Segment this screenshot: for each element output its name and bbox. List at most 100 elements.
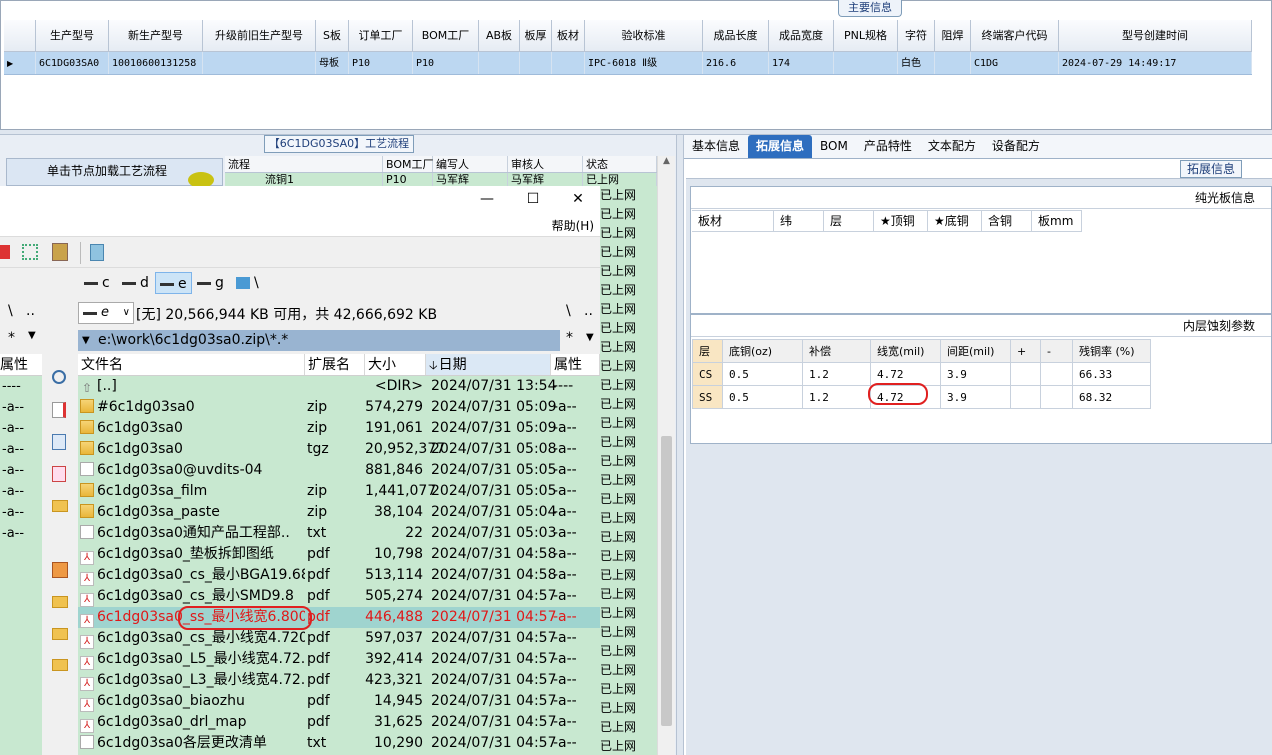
right-up-button[interactable]: .. — [584, 303, 593, 319]
main-col-header[interactable]: 升级前旧生产型号 — [203, 20, 316, 52]
file-row[interactable]: ⅄ 6c1dg03sa0_ss_最小线宽6.800 pdf 446,488 2024/0… — [78, 607, 600, 628]
main-col-header[interactable]: 终端客户代码 — [971, 20, 1059, 52]
right-root-button[interactable]: \ — [566, 303, 571, 319]
toolbar-delete-icon[interactable] — [0, 245, 10, 259]
main-col-header[interactable]: AB板 — [479, 20, 520, 52]
main-info-row[interactable]: ▶ 6C1DG03SA0 10010600131258 母板 P10 P10 IPC-601… — [4, 52, 1252, 75]
file-row[interactable]: 6c1dg03sa0各层更改清单 txt 10,290 2024/07/31 04:5… — [78, 733, 600, 754]
view-file-icon[interactable] — [52, 402, 66, 418]
process-col-header[interactable]: BOM工厂 — [383, 156, 434, 172]
process-col-header[interactable]: 编写人 — [433, 156, 508, 172]
file-row[interactable]: 6c1dg03sa0 tgz 20,952,377 2024/07/31 05:08-… — [78, 439, 600, 460]
left-root-button[interactable]: \ — [8, 303, 13, 319]
current-path-bar[interactable]: ▼ e:\work\6c1dg03sa0.zip\*.* — [78, 330, 560, 351]
main-col-header[interactable]: 型号创建时间 — [1059, 20, 1252, 52]
file-row[interactable]: ⅄ 6c1dg03sa0_cs_最小SMD9.8 pdf 505,274 2024/07… — [78, 586, 600, 607]
process-row[interactable]: 流铜1 P10 马军辉 马军辉 已上网 — [225, 173, 657, 187]
left-filter[interactable]: * — [8, 330, 15, 346]
bare-board-title: 纯光板信息 — [691, 187, 1271, 209]
search-icon[interactable] — [52, 370, 66, 384]
main-col-header[interactable]: 验收标准 — [585, 20, 703, 52]
new-folder-icon[interactable] — [52, 596, 68, 608]
file-row[interactable]: ⅄ 6c1dg03sa0_L5_最小线宽4.72.. pdf 392,414 2024/… — [78, 649, 600, 670]
file-col-header-4[interactable]: 属性 — [551, 354, 600, 375]
folder-icon[interactable] — [52, 500, 68, 512]
main-col-header[interactable]: 板厚 — [520, 20, 552, 52]
splitter-vertical[interactable] — [676, 135, 684, 755]
txt-file-icon — [80, 462, 94, 476]
main-col-header[interactable]: 成品长度 — [703, 20, 769, 52]
maximize-button[interactable]: ☐ — [510, 186, 556, 214]
file-row[interactable]: ⅄ 6c1dg03sa0_L3_最小线宽4.72.. pdf 423,321 2024/… — [78, 670, 600, 691]
main-col-header[interactable]: 订单工厂 — [349, 20, 413, 52]
file-row[interactable]: ⇧ [..] <DIR> 2024/07/31 13:54 ---- — [78, 376, 600, 397]
left-up-button[interactable]: .. — [26, 303, 35, 319]
file-row[interactable]: ⅄ 6c1dg03sa0_垫板拆卸图纸 pdf 10,798 2024/07/31 04… — [78, 544, 600, 565]
tab-1[interactable]: 拓展信息 — [748, 135, 813, 158]
copy-icon[interactable] — [52, 434, 66, 450]
process-scrollbar[interactable]: ▲ — [657, 156, 675, 755]
right-filter[interactable]: * — [566, 330, 573, 346]
tab-4[interactable]: 文本配方 — [920, 135, 984, 158]
chevron-down-icon[interactable]: ▼ — [586, 332, 594, 343]
scroll-thumb[interactable] — [661, 436, 672, 726]
file-col-header-3[interactable]: 🡣日期 — [426, 354, 551, 375]
main-col-header[interactable]: 生产型号 — [36, 20, 109, 52]
toolbar-pack-icon[interactable] — [52, 243, 68, 261]
file-row[interactable]: ⅄ 6c1dg03sa0_cs_最小线宽4.720 pdf 597,037 2024/0… — [78, 628, 600, 649]
main-cell: 174 — [769, 52, 834, 74]
file-col-header-1[interactable]: 扩展名 — [305, 354, 365, 375]
drive-button-0[interactable]: c — [80, 272, 114, 294]
toolbar-tree-icon[interactable] — [22, 244, 38, 260]
main-col-header[interactable]: S板 — [316, 20, 349, 52]
file-size: 423,321 — [365, 672, 423, 688]
file-row[interactable]: 6c1dg03sa0 zip 191,061 2024/07/31 05:09 -a-- — [78, 418, 600, 439]
minimize-button[interactable]: — — [464, 186, 510, 214]
inner-row[interactable]: CS 0.5 1.2 4.72 3.9 66.33 — [692, 362, 1151, 386]
drive-button-2[interactable]: e — [155, 272, 192, 294]
process-col-header[interactable]: 审核人 — [508, 156, 583, 172]
file-row[interactable]: 6c1dg03sa0@uvdits-04 881,846 2024/07/31 05… — [78, 460, 600, 481]
main-col-header[interactable]: 成品宽度 — [769, 20, 834, 52]
file-size: 22 — [405, 525, 423, 541]
file-row[interactable]: #6c1dg03sa0 zip 574,279 2024/07/31 05:09 -a-… — [78, 397, 600, 418]
menu-help[interactable]: 帮助(H) — [552, 217, 594, 234]
file-row[interactable]: ⅄ 6c1dg03sa0_biaozhu pdf 14,945 2024/07/31 0… — [78, 691, 600, 712]
tab-5[interactable]: 设备配方 — [984, 135, 1048, 158]
main-col-header[interactable]: PNL规格 — [834, 20, 898, 52]
pdf-file-icon: ⅄ — [80, 551, 94, 565]
file-size: 881,846 — [365, 462, 423, 478]
main-col-header[interactable]: BOM工厂 — [413, 20, 479, 52]
main-col-header[interactable]: 阻焊 — [935, 20, 971, 52]
main-col-header[interactable]: 板材 — [552, 20, 585, 52]
gift-icon[interactable] — [52, 562, 68, 578]
process-col-header[interactable]: 流程 — [225, 156, 383, 172]
file-row[interactable]: 6c1dg03sa_film zip 1,441,077 2024/07/31 05:… — [78, 481, 600, 502]
main-col-header[interactable]: 新生产型号 — [109, 20, 203, 52]
process-col-header[interactable]: 状态 — [583, 156, 657, 172]
file-row[interactable]: 6c1dg03sa_paste zip 38,104 2024/07/31 05:04… — [78, 502, 600, 523]
folder-icon[interactable] — [52, 628, 68, 640]
main-col-header[interactable]: 字符 — [898, 20, 935, 52]
scroll-up-icon[interactable]: ▲ — [658, 156, 675, 166]
chevron-down-icon[interactable]: ▼ — [28, 330, 36, 341]
tab-2[interactable]: BOM — [812, 135, 856, 158]
file-row[interactable]: ⅄ 6c1dg03sa0_drl_map pdf 31,625 2024/07/31 0… — [78, 712, 600, 733]
file-col-header-2[interactable]: 大小 — [365, 354, 426, 375]
tab-3[interactable]: 产品特性 — [856, 135, 920, 158]
file-row[interactable]: ⅄ 6c1dg03sa0_cs_最小BGA19.68 pdf 513,114 2024/… — [78, 565, 600, 586]
drive-button-4[interactable]: \ — [232, 272, 263, 294]
file-attr: -a-- — [553, 567, 577, 583]
file-col-header-0[interactable]: 文件名 — [78, 354, 305, 375]
file-ext: pdf — [307, 714, 330, 730]
folder-icon[interactable] — [52, 659, 68, 671]
toolbar-notepad-icon[interactable] — [90, 244, 104, 261]
drive-button-1[interactable]: d — [118, 272, 153, 294]
drive-button-3[interactable]: g — [193, 272, 228, 294]
drive-select[interactable]: e ∨ — [78, 302, 134, 324]
tab-0[interactable]: 基本信息 — [684, 135, 748, 158]
move-icon[interactable] — [52, 466, 66, 482]
file-row[interactable]: 6c1dg03sa0通知产品工程部.. txt 22 2024/07/31 05:03… — [78, 523, 600, 544]
left-attr-header[interactable]: 属性 — [0, 354, 42, 376]
close-button[interactable]: ✕ — [555, 186, 601, 214]
